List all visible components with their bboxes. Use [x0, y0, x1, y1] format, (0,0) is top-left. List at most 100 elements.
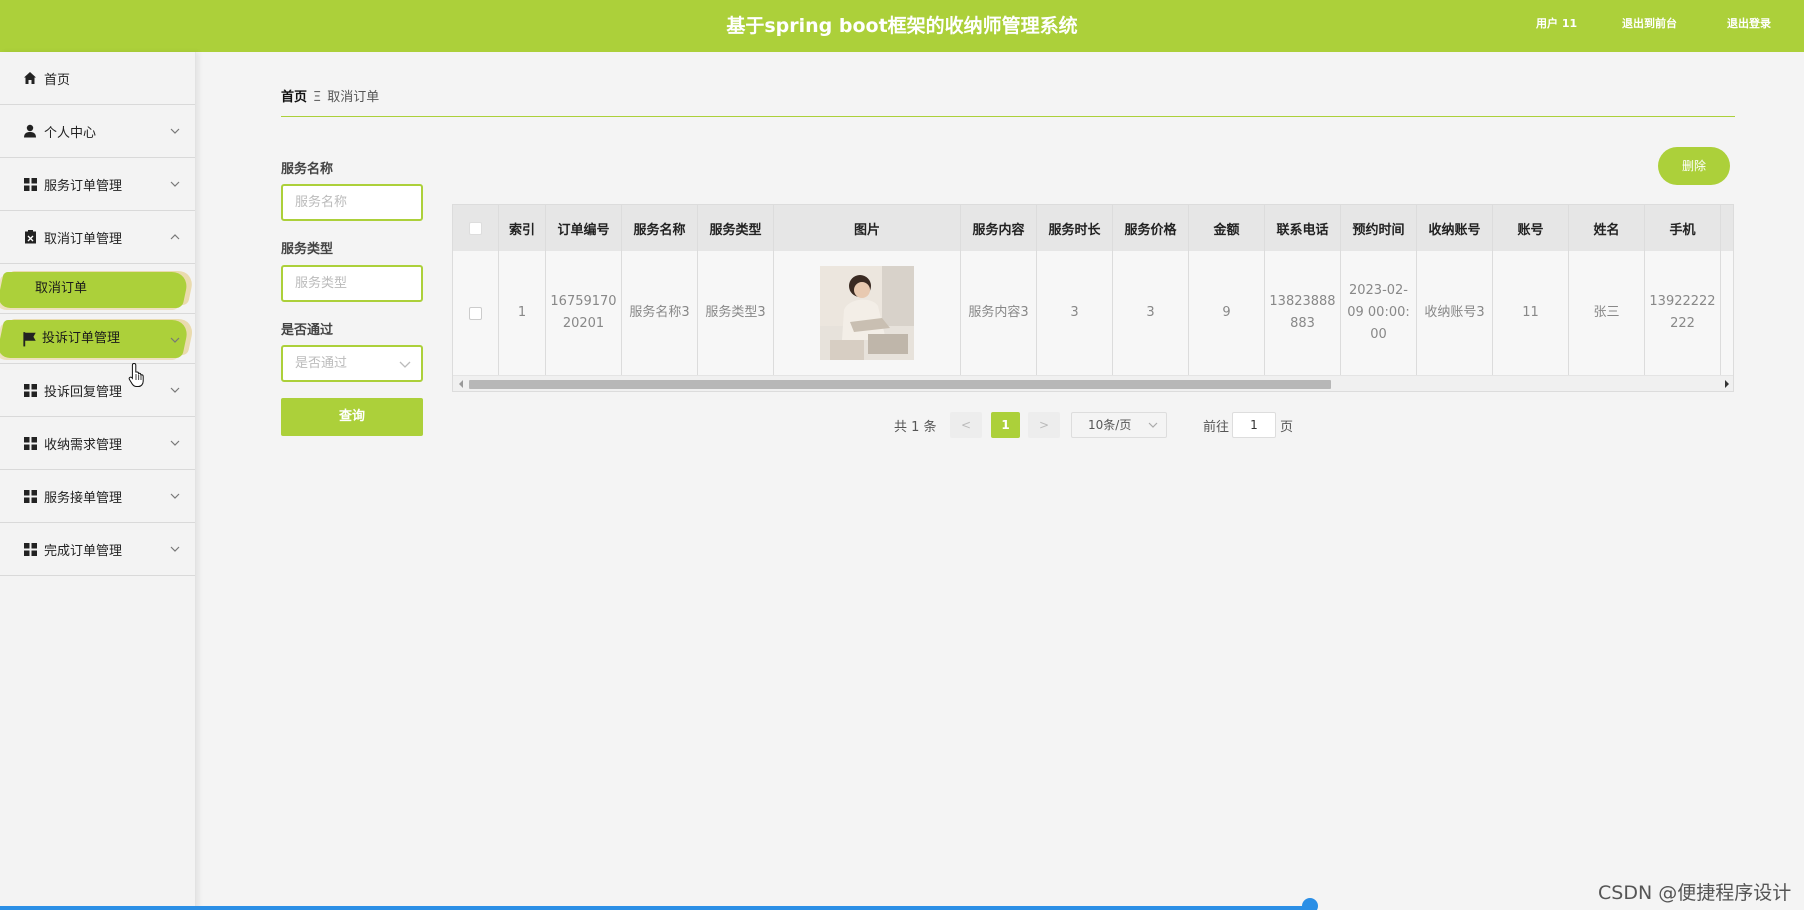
home-icon: [22, 70, 38, 86]
cell-service-price: 3: [1113, 251, 1189, 375]
col-header-service-price: 服务价格: [1113, 205, 1189, 251]
sidebar-menu: 首页 个人中心 服务订单管理 取消订单管理 取消订单 投诉订单管理 投诉回复管理…: [0, 52, 196, 910]
sidebar-item-home[interactable]: 首页: [0, 52, 195, 105]
service-name-input[interactable]: 服务名称: [281, 184, 423, 221]
breadcrumb-separator: Ξ: [313, 90, 322, 105]
sidebar-item-complaint-replies[interactable]: 投诉回复管理: [0, 364, 195, 417]
col-header-image: 图片: [774, 205, 961, 251]
chevron-down-icon: [170, 493, 180, 499]
query-button[interactable]: 查询: [281, 398, 423, 436]
chevron-down-icon: [170, 181, 180, 187]
cell-order-no: 1675917020201: [546, 251, 622, 375]
pagination-prev-button[interactable]: <: [950, 412, 982, 438]
horizontal-scrollbar[interactable]: [453, 375, 1733, 391]
chevron-down-icon: [170, 546, 180, 552]
service-type-input[interactable]: 服务类型: [281, 265, 423, 302]
cell-storage-account: 收纳账号3: [1417, 251, 1493, 375]
sidebar-item-label: 首页: [44, 72, 71, 88]
col-header-service-type: 服务类型: [698, 205, 774, 251]
breadcrumb-divider: [281, 116, 1735, 117]
grid-icon: [22, 435, 38, 451]
breadcrumb-current: 取消订单: [327, 90, 380, 105]
back-to-front-link[interactable]: 退出到前台: [1622, 0, 1677, 48]
chevron-down-icon: [170, 387, 180, 393]
page-size-select[interactable]: 10条/页: [1071, 412, 1167, 438]
pagination-page-unit: 页: [1280, 420, 1294, 435]
pagination-goto-input[interactable]: 1: [1232, 412, 1276, 438]
col-header-index: 索引: [499, 205, 546, 251]
sidebar-item-cancel-orders[interactable]: 取消订单管理: [0, 211, 195, 264]
row-checkbox[interactable]: [469, 306, 482, 320]
service-type-label: 服务类型: [281, 242, 334, 257]
sidebar-item-label: 收纳需求管理: [44, 437, 123, 453]
sidebar-item-service-orders[interactable]: 服务订单管理: [0, 158, 195, 211]
scroll-right-icon[interactable]: [1723, 379, 1731, 389]
col-header-name: 姓名: [1569, 205, 1645, 251]
sidebar-item-personal-center[interactable]: 个人中心: [0, 105, 195, 158]
chevron-down-icon: [1148, 422, 1158, 428]
col-header-extra: [1721, 205, 1733, 251]
col-header-service-content: 服务内容: [961, 205, 1037, 251]
sidebar-item-complaint-orders[interactable]: 投诉订单管理: [0, 314, 195, 364]
cell-phone: 13823888883: [1265, 251, 1341, 375]
watermark: CSDN @便捷程序设计: [1598, 882, 1792, 904]
cell-mobile: 13922222222: [1645, 251, 1721, 375]
top-header-bar: 基于spring boot框架的收纳师管理系统 用户 11 退出到前台 退出登录: [0, 0, 1804, 52]
sidebar-item-storage-needs[interactable]: 收纳需求管理: [0, 417, 195, 470]
sidebar-item-label: 取消订单管理: [44, 231, 123, 247]
col-header-select[interactable]: [453, 205, 499, 251]
pagination-total: 共 1 条: [894, 420, 937, 435]
approved-select[interactable]: 是否通过: [281, 345, 423, 382]
cell-index: 1: [499, 251, 546, 375]
flag-icon: [23, 332, 36, 347]
progress-handle[interactable]: [1302, 898, 1318, 910]
grid-icon: [22, 382, 38, 398]
col-header-order-no: 订单编号: [546, 205, 622, 251]
sidebar-subitem-cancel-order[interactable]: 取消订单: [0, 264, 195, 314]
sidebar-item-label: 服务订单管理: [44, 178, 123, 194]
orders-table: 索引 订单编号 服务名称 服务类型 图片 服务内容 服务时长 服务价格 金额 联系电话 预约时间 收纳…: [452, 204, 1734, 392]
cell-amount: 9: [1189, 251, 1265, 375]
app-title: 基于spring boot框架的收纳师管理系统: [726, 15, 1078, 37]
cell-account: 11: [1493, 251, 1569, 375]
table-header-row: 索引 订单编号 服务名称 服务类型 图片 服务内容 服务时长 服务价格 金额 联系电话 预约时间 收纳…: [453, 205, 1733, 251]
pagination-goto-label: 前往: [1203, 420, 1230, 435]
cancel-doc-icon: [22, 229, 38, 245]
scrollbar-thumb[interactable]: [469, 380, 1331, 389]
col-header-appointment-time: 预约时间: [1341, 205, 1417, 251]
chevron-down-icon: [399, 361, 411, 368]
col-header-service-duration: 服务时长: [1037, 205, 1113, 251]
scroll-left-icon[interactable]: [457, 379, 465, 389]
breadcrumb-home[interactable]: 首页: [281, 90, 307, 105]
cell-select[interactable]: [453, 251, 499, 375]
chevron-down-icon: [170, 440, 180, 446]
cell-name: 张三: [1569, 251, 1645, 375]
page-size-value: 10条/页: [1088, 418, 1132, 432]
cell-service-type: 服务类型3: [698, 251, 774, 375]
service-name-label: 服务名称: [281, 162, 334, 177]
table-row[interactable]: 1 1675917020201 服务名称3 服务类型3 服务内容3 3 3 9 13823888…: [453, 251, 1733, 375]
select-all-checkbox[interactable]: [469, 221, 482, 235]
current-user-label[interactable]: 用户 11: [1536, 0, 1577, 48]
sidebar-item-service-acceptance[interactable]: 服务接单管理: [0, 470, 195, 523]
cell-service-content: 服务内容3: [961, 251, 1037, 375]
col-header-phone: 联系电话: [1265, 205, 1341, 251]
chevron-up-icon: [170, 234, 180, 240]
cell-service-duration: 3: [1037, 251, 1113, 375]
chevron-down-icon: [170, 128, 180, 134]
logout-link[interactable]: 退出登录: [1727, 0, 1771, 48]
grid-icon: [22, 488, 38, 504]
sidebar-item-label: 个人中心: [44, 125, 97, 141]
breadcrumb: 首页 Ξ 取消订单: [281, 86, 379, 105]
col-header-amount: 金额: [1189, 205, 1265, 251]
pagination-next-button[interactable]: >: [1028, 412, 1060, 438]
sidebar-item-completed-orders[interactable]: 完成订单管理: [0, 523, 195, 576]
grid-icon: [22, 176, 38, 192]
user-icon: [22, 123, 38, 139]
pagination-current-page[interactable]: 1: [991, 412, 1020, 438]
sidebar-item-label: 服务接单管理: [44, 490, 123, 506]
active-highlight: [0, 272, 190, 308]
col-header-account: 账号: [1493, 205, 1569, 251]
cell-service-name: 服务名称3: [622, 251, 698, 375]
delete-button[interactable]: 删除: [1658, 147, 1730, 185]
